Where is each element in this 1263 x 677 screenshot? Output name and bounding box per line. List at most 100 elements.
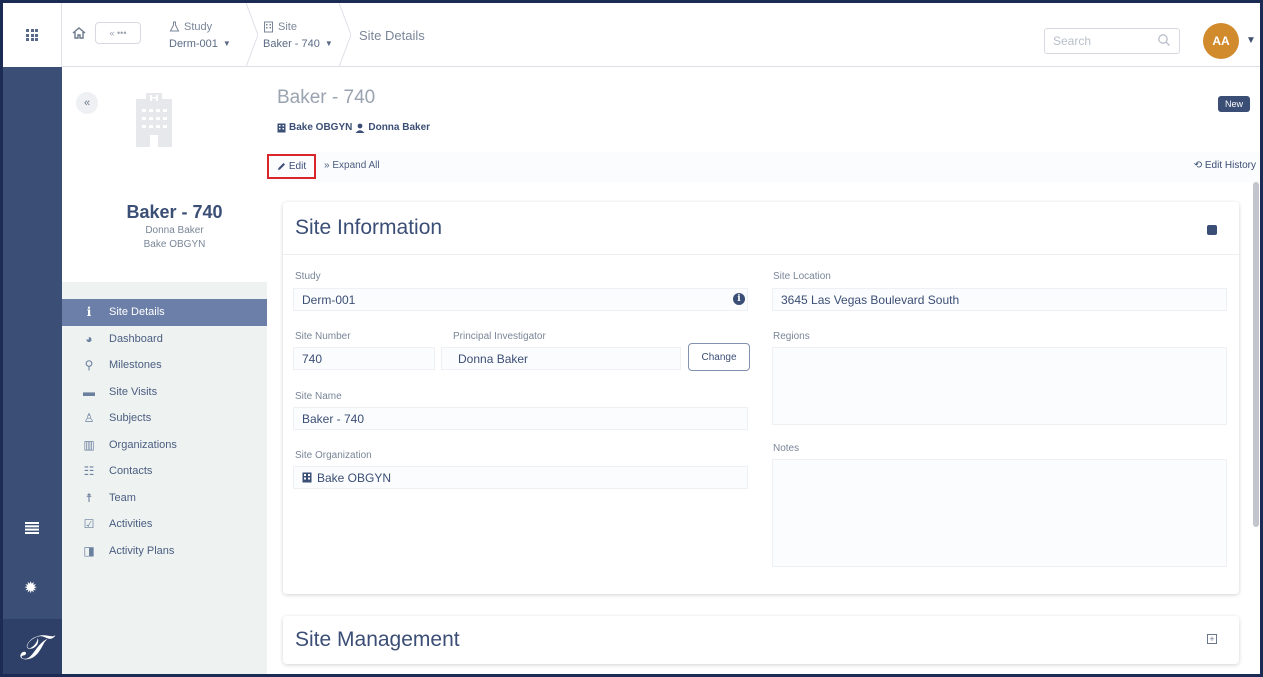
users-icon: ☷ (83, 464, 95, 479)
dashboard-icon: ◕ (85, 331, 93, 346)
change-investigator-button[interactable]: Change (688, 343, 750, 371)
site-location-label: Site Location (773, 271, 831, 282)
chevron-down-icon: ▼ (222, 39, 231, 48)
regions-label: Regions (773, 331, 810, 342)
edit-history-label: Edit History (1204, 160, 1256, 171)
breadcrumb-site-value-text: Baker - 740 (263, 37, 320, 50)
site-name-value: Baker - 740 (302, 411, 365, 426)
nav-item-label: Activity Plans (109, 544, 175, 557)
site-management-card[interactable]: Site Management + (283, 616, 1239, 664)
person-icon: ♙ (83, 411, 95, 426)
search-input[interactable]: Search (1044, 28, 1180, 54)
breadcrumb-site-label-text: Site (278, 20, 297, 33)
collapse-section-button[interactable] (1207, 225, 1217, 235)
chevron-down-icon: ▼ (324, 39, 333, 48)
expand-section-button[interactable]: + (1207, 634, 1217, 644)
site-organization-label: Site Organization (295, 450, 372, 461)
nav-item-activity-plans[interactable]: ◨ Activity Plans (62, 538, 267, 565)
flask-icon (169, 21, 180, 32)
nav-item-label: Contacts (109, 465, 153, 478)
nav-item-label: Activities (109, 518, 153, 531)
search-icon[interactable] (1157, 33, 1171, 47)
site-number-field[interactable]: 740 (293, 347, 435, 370)
nav-item-label: Team (109, 491, 136, 504)
study-field[interactable]: Derm-001 (293, 288, 748, 311)
site-investigator: Donna Baker (145, 225, 204, 236)
site-organization-value: Bake OBGYN (317, 470, 392, 485)
user-avatar[interactable]: AA (1203, 23, 1239, 59)
home-icon[interactable] (71, 25, 87, 41)
gear-icon[interactable]: ✹ (24, 578, 37, 598)
team-member-icon: ☨ (85, 490, 93, 505)
site-nav: i Site Details ◕ Dashboard ⚲ Milestones ▬ Si… (62, 299, 267, 564)
site-organization-field[interactable]: Bake OBGYN (293, 466, 748, 489)
nav-item-activities[interactable]: ☑ Activities (62, 511, 267, 538)
site-name-heading: Baker - 740 (126, 202, 223, 222)
regions-field[interactable] (772, 347, 1227, 425)
site-name-label: Site Name (295, 391, 342, 402)
top-bar: « ••• Study Derm-001 ▼ Site Baker - 740 … (3, 3, 1260, 67)
nav-item-contacts[interactable]: ☷ Contacts (62, 458, 267, 485)
calendar-check-icon: ☑ (83, 517, 95, 532)
list-icon[interactable] (25, 522, 39, 534)
apps-grid-icon (26, 29, 38, 41)
collapse-panel-button[interactable]: « (76, 92, 98, 114)
site-name-field[interactable]: Baker - 740 (293, 407, 748, 430)
breadcrumb-study[interactable]: Study Derm-001 ▼ (169, 3, 231, 67)
page-subtitle-org[interactable]: Bake OBGYN (289, 122, 352, 133)
principal-investigator-label: Principal Investigator (453, 331, 546, 342)
map-marker-icon: ⚲ (84, 358, 94, 373)
columns-icon: ◨ (83, 543, 95, 558)
nav-item-team[interactable]: ☨ Team (62, 485, 267, 512)
building-icon (136, 93, 172, 147)
edit-history-button[interactable]: ⟲ Edit History (1194, 160, 1256, 171)
page-subtitle: Bake OBGYN Donna Baker (277, 122, 430, 133)
nav-item-label: Site Details (109, 306, 165, 319)
nav-item-label: Dashboard (109, 332, 163, 345)
notes-label: Notes (773, 443, 800, 454)
scrollbar-thumb[interactable] (1253, 182, 1259, 527)
page-title: Baker - 740 (277, 87, 376, 108)
edit-button[interactable]: Edit (267, 154, 316, 179)
site-number-value: 740 (302, 351, 323, 366)
user-icon (355, 123, 365, 133)
breadcrumb-site[interactable]: Site Baker - 740 ▼ (263, 3, 333, 67)
site-summary: « Baker - 740 Donna Baker Bake OBGYN (62, 67, 267, 282)
breadcrumb-site-value[interactable]: Baker - 740 ▼ (263, 38, 333, 50)
nav-item-milestones[interactable]: ⚲ Milestones (62, 352, 267, 379)
chevron-down-icon[interactable]: ▼ (1246, 35, 1256, 46)
site-information-card: Site Information Study Derm-001 i Site N… (283, 202, 1239, 594)
info-icon[interactable]: i (733, 293, 745, 305)
notes-field[interactable] (772, 459, 1227, 567)
breadcrumb-current: Site Details (359, 27, 425, 43)
app-frame: « ••• Study Derm-001 ▼ Site Baker - 740 … (0, 0, 1263, 677)
brand-logo[interactable]: 𝒯 (3, 619, 62, 674)
apps-launcher[interactable] (3, 3, 62, 67)
edit-button-label: Edit (288, 161, 307, 172)
expand-all-label: Expand All (332, 160, 380, 171)
page-subtitle-person[interactable]: Donna Baker (368, 122, 430, 133)
principal-investigator-field[interactable]: Donna Baker (441, 347, 681, 370)
nav-item-subjects[interactable]: ♙ Subjects (62, 405, 267, 432)
nav-item-site-visits[interactable]: ▬ Site Visits (62, 379, 267, 406)
nav-item-site-details[interactable]: i Site Details (62, 299, 267, 326)
building-icon (277, 123, 286, 132)
divider (283, 254, 1239, 255)
breadcrumb-study-value[interactable]: Derm-001 ▼ (169, 38, 231, 50)
breadcrumb-separator (339, 3, 351, 67)
history-icon: ⟲ (1193, 160, 1203, 171)
nav-item-label: Site Visits (109, 385, 158, 398)
breadcrumb-back-button[interactable]: « ••• (95, 22, 141, 44)
nav-item-dashboard[interactable]: ◕ Dashboard (62, 326, 267, 353)
building-icon (302, 472, 312, 483)
nav-item-label: Milestones (109, 359, 162, 372)
nav-item-label: Subjects (109, 412, 152, 425)
expand-all-button[interactable]: » Expand All (324, 160, 380, 171)
site-location-field[interactable]: 3645 Las Vegas Boulevard South (772, 288, 1227, 311)
site-location-value: 3645 Las Vegas Boulevard South (781, 292, 960, 307)
site-side-panel: « Baker - 740 Donna Baker Bake OBGYN i Si… (62, 67, 267, 674)
study-value: Derm-001 (302, 292, 356, 307)
nav-item-organizations[interactable]: ▥ Organizations (62, 432, 267, 459)
left-rail: ✹ 𝒯 (3, 67, 62, 674)
toolbar (267, 152, 1260, 182)
